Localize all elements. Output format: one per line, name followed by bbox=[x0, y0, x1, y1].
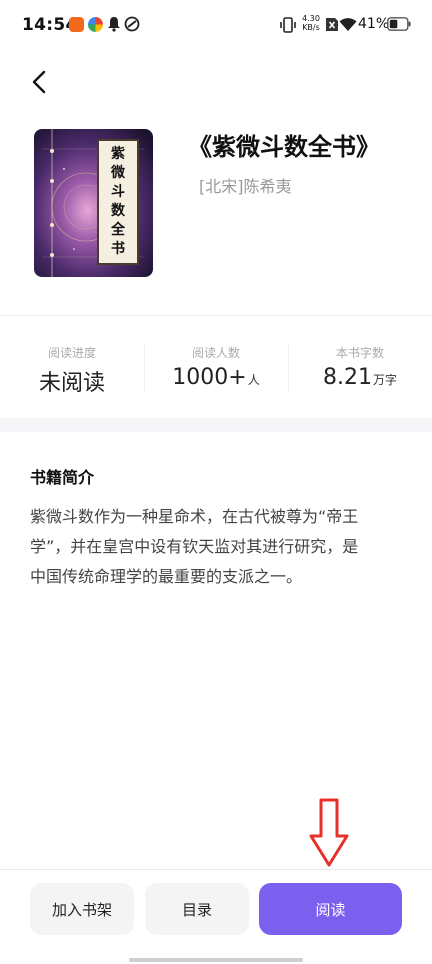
cover-char: 微 bbox=[111, 165, 125, 181]
bell-icon bbox=[108, 17, 120, 32]
cover-char: 紫 bbox=[111, 146, 125, 162]
readers-count-label: 阅读人数 bbox=[191, 346, 240, 360]
book-cover: 紫 微 斗 数 全 书 bbox=[34, 129, 153, 277]
wifi-icon bbox=[339, 18, 357, 31]
bottom-bar-divider bbox=[0, 869, 432, 870]
readers-count-number: 1000+ bbox=[172, 365, 247, 390]
word-count-value: 8.21万字 bbox=[288, 365, 432, 390]
status-bar: 14:54 4.30 KB/s 41% bbox=[0, 0, 432, 52]
app-notification-icon bbox=[69, 17, 84, 32]
reading-progress-value: 未阅读 bbox=[0, 365, 144, 397]
cover-char: 斗 bbox=[111, 184, 125, 200]
cover-title-label: 紫 微 斗 数 全 书 bbox=[97, 139, 139, 265]
home-indicator[interactable] bbox=[129, 958, 303, 962]
readers-count-value: 1000+人 bbox=[144, 365, 288, 390]
intro-line: 紫微斗数作为一种星命术，在古代被尊为“帝王 bbox=[30, 507, 359, 526]
intro-line: 学”，并在皇宫中设有钦天监对其进行研究，是 bbox=[30, 537, 359, 556]
color-app-notification-icon bbox=[88, 17, 103, 32]
word-count-label: 本书字数 bbox=[335, 346, 384, 360]
sim-x-icon bbox=[326, 18, 338, 31]
cover-char: 数 bbox=[111, 203, 125, 219]
sync-app-icon bbox=[124, 16, 140, 32]
book-title: 《紫微斗数全书》 bbox=[188, 133, 380, 161]
annotation-arrow-icon bbox=[309, 798, 349, 867]
vibrate-icon bbox=[280, 17, 296, 33]
network-speed: 4.30 KB/s bbox=[299, 14, 323, 32]
intro-line: 中国传统命理学的最重要的支派之一。 bbox=[30, 567, 303, 586]
network-speed-value: 4.30 bbox=[302, 14, 320, 23]
book-author: [北宋]陈希夷 bbox=[199, 177, 292, 196]
word-count-number: 8.21 bbox=[323, 365, 372, 390]
divider bbox=[0, 315, 432, 316]
cover-char: 书 bbox=[111, 241, 125, 257]
intro-heading: 书籍简介 bbox=[30, 468, 95, 487]
intro-text: 紫微斗数作为一种星命术，在古代被尊为“帝王 学”，并在皇宫中设有钦天监对其进行研… bbox=[30, 502, 406, 592]
word-count-unit: 万字 bbox=[372, 373, 397, 387]
add-to-shelf-button[interactable]: 加入书架 bbox=[30, 883, 134, 935]
reading-progress-label: 阅读进度 bbox=[47, 346, 96, 360]
read-button[interactable]: 阅读 bbox=[259, 883, 402, 935]
back-button[interactable] bbox=[24, 66, 56, 98]
battery-icon bbox=[387, 17, 411, 31]
battery-percent: 41% bbox=[358, 16, 390, 32]
section-gap bbox=[0, 418, 432, 432]
reading-progress-text: 未阅读 bbox=[38, 371, 105, 396]
cover-char: 全 bbox=[111, 222, 125, 238]
readers-count-unit: 人 bbox=[247, 373, 260, 387]
catalog-button[interactable]: 目录 bbox=[145, 883, 249, 935]
network-speed-unit: KB/s bbox=[302, 23, 320, 32]
